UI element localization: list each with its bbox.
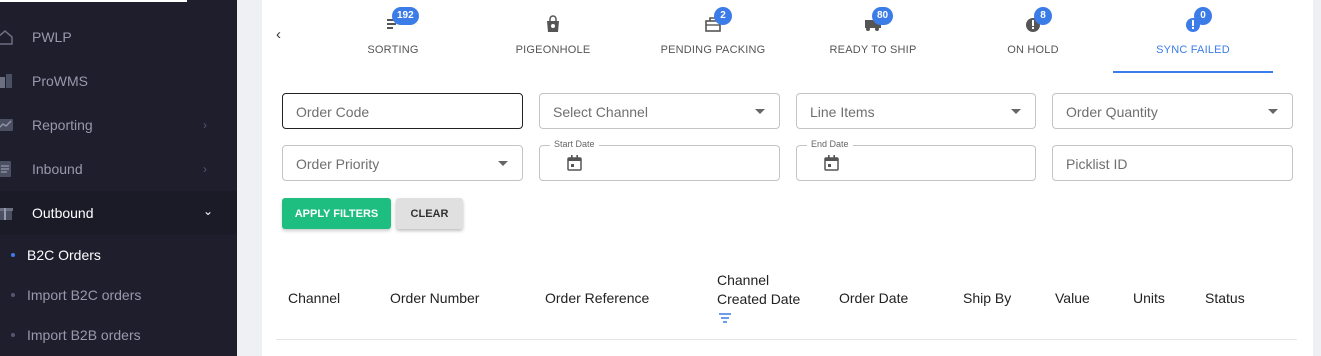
active-tab-indicator — [1113, 71, 1273, 73]
document-icon — [0, 161, 11, 177]
line-items-select[interactable]: Line Items — [796, 93, 1036, 129]
calendar-icon[interactable] — [567, 155, 582, 171]
tab-badge: 8 — [1034, 7, 1052, 25]
tab-label: PIGEONHOLE — [515, 44, 591, 56]
chart-icon — [0, 119, 13, 131]
sort-filter-icon[interactable] — [719, 313, 731, 323]
caret-down-icon — [1268, 109, 1278, 114]
column-header-value[interactable]: Value — [1055, 290, 1090, 306]
column-header-status[interactable]: Status — [1205, 290, 1245, 306]
caret-down-icon — [498, 161, 508, 166]
channel-select-placeholder: Select Channel — [553, 104, 648, 120]
sidebar-subitem-import-b2c[interactable]: Import B2C orders — [0, 275, 237, 315]
home-icon — [0, 30, 13, 45]
order-priority-placeholder: Order Priority — [296, 156, 380, 172]
order-quantity-placeholder: Order Quantity — [1066, 104, 1158, 120]
tab-label: SYNC FAILED — [1156, 44, 1230, 56]
tab-label: ON HOLD — [1007, 44, 1059, 56]
column-header-order-number[interactable]: Order Number — [390, 290, 479, 306]
tab-badge: 80 — [872, 7, 894, 25]
bullet-icon — [11, 333, 15, 337]
column-header-line: Created Date — [717, 291, 801, 307]
chevron-right-icon: › — [203, 118, 207, 132]
sidebar-item-label: Reporting — [32, 117, 93, 133]
tab-pending-packing[interactable]: 2 PENDING PACKING — [634, 0, 792, 74]
tabs-scroll-left-button[interactable]: ‹ — [276, 26, 281, 43]
sidebar-item-inbound[interactable]: Inbound › — [0, 147, 237, 191]
picklist-id-placeholder: Picklist ID — [1066, 156, 1128, 172]
order-quantity-select[interactable]: Order Quantity — [1052, 93, 1293, 129]
main-panel: ‹ 192 SORTING PIGEONHOLE 2 PENDING PACKI… — [262, 0, 1313, 356]
column-header-channel-created-date[interactable]: Channel Created Date — [717, 271, 800, 309]
sidebar-item-label: ProWMS — [32, 73, 88, 89]
sidebar: PWLP ProWMS Reporting › Inbound › Outbou… — [0, 0, 237, 356]
order-code-input[interactable]: Order Code — [282, 93, 523, 129]
chevron-right-icon: › — [203, 162, 207, 176]
end-date-input[interactable]: End Date — [796, 139, 1036, 181]
column-header-line: Channel — [717, 272, 770, 288]
caret-down-icon — [1011, 109, 1021, 114]
sidebar-item-outbound[interactable]: Outbound ⌄ — [0, 191, 237, 235]
tab-sorting[interactable]: 192 SORTING — [314, 0, 472, 74]
start-date-input[interactable]: Start Date — [539, 139, 780, 181]
caret-down-icon — [755, 109, 765, 114]
column-header-order-reference[interactable]: Order Reference — [545, 290, 649, 306]
sidebar-item-label: PWLP — [32, 29, 72, 45]
tab-pigeonhole[interactable]: PIGEONHOLE — [474, 0, 632, 74]
column-header-channel[interactable]: Channel — [288, 290, 340, 306]
buildings-icon — [0, 74, 12, 88]
column-header-order-date[interactable]: Order Date — [839, 290, 908, 306]
order-code-placeholder: Order Code — [296, 104, 370, 120]
picklist-id-input[interactable]: Picklist ID — [1052, 145, 1293, 181]
order-priority-select[interactable]: Order Priority — [282, 145, 523, 181]
line-items-placeholder: Line Items — [810, 104, 875, 120]
bag-icon — [547, 15, 559, 32]
chevron-down-icon: ⌄ — [203, 204, 214, 218]
tab-badge: 192 — [392, 7, 419, 25]
sidebar-item-pwlp[interactable]: PWLP — [0, 15, 237, 59]
calendar-icon[interactable] — [824, 155, 839, 171]
sidebar-subitem-label: Import B2B orders — [27, 327, 141, 343]
apply-filters-button[interactable]: APPLY FILTERS — [282, 198, 391, 229]
end-date-label: End Date — [807, 139, 853, 149]
tab-sync-failed[interactable]: 0 SYNC FAILED — [1114, 0, 1272, 74]
tab-label: READY TO SHIP — [829, 44, 917, 56]
sidebar-subitem-label: B2C Orders — [27, 247, 101, 263]
channel-select[interactable]: Select Channel — [539, 93, 780, 129]
tab-badge: 2 — [714, 7, 732, 25]
tab-label: PENDING PACKING — [660, 44, 766, 56]
sidebar-subitem-b2c-orders[interactable]: B2C Orders — [0, 235, 237, 275]
start-date-label: Start Date — [550, 139, 599, 149]
tab-label: SORTING — [367, 44, 419, 56]
bullet-icon — [11, 253, 15, 257]
bullet-icon — [11, 293, 15, 297]
sidebar-item-label: Outbound — [32, 205, 94, 221]
tab-badge: 0 — [1194, 7, 1212, 25]
clear-button[interactable]: CLEAR — [396, 198, 463, 229]
sidebar-item-prowms[interactable]: ProWMS — [0, 59, 237, 103]
table-header-divider — [276, 339, 1297, 340]
gift-icon — [0, 208, 13, 220]
sidebar-top-divider — [0, 0, 187, 2]
column-header-ship-by[interactable]: Ship By — [963, 290, 1011, 306]
sidebar-item-reporting[interactable]: Reporting › — [0, 103, 237, 147]
sidebar-subitem-import-b2b[interactable]: Import B2B orders — [0, 315, 237, 355]
tab-on-hold[interactable]: 8 ON HOLD — [954, 0, 1112, 74]
tab-ready-to-ship[interactable]: 80 READY TO SHIP — [794, 0, 952, 74]
column-header-units[interactable]: Units — [1133, 290, 1165, 306]
sidebar-item-label: Inbound — [32, 161, 83, 177]
sidebar-subitem-label: Import B2C orders — [27, 287, 142, 303]
